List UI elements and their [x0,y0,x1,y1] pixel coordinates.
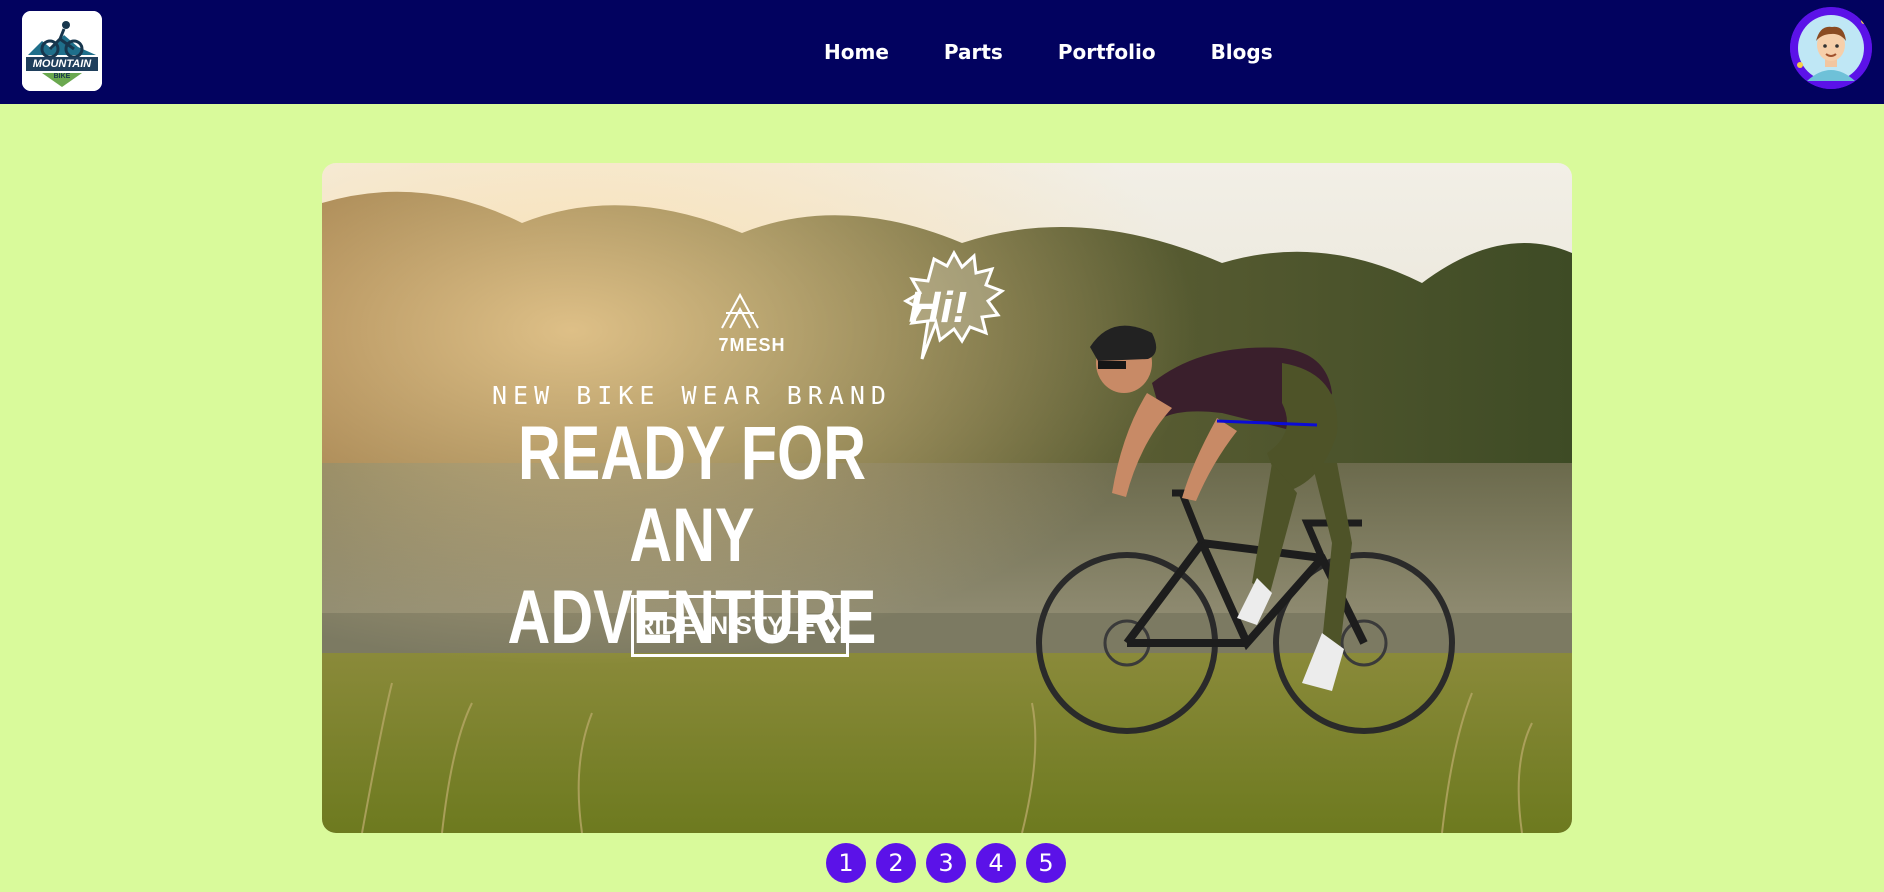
page-button-3[interactable]: 3 [926,843,966,883]
page-button-4[interactable]: 4 [976,843,1016,883]
page-button-1[interactable]: 1 [826,843,866,883]
headline-line-1: READY FOR [517,411,867,496]
speech-bubble-text: Hi! [908,283,968,332]
hero-banner[interactable]: 7MESH Hi! NEW BIKE WEAR BRAND READY FOR … [322,163,1572,833]
top-navbar: MOUNTAIN BIKE Home Parts Portfolio Blogs [0,0,1884,104]
nav-portfolio[interactable]: Portfolio [1058,40,1156,64]
nav-parts[interactable]: Parts [944,40,1003,64]
banner-copy: 7MESH Hi! NEW BIKE WEAR BRAND READY FOR … [322,163,967,833]
page-button-2[interactable]: 2 [876,843,916,883]
nav-home[interactable]: Home [824,40,889,64]
nav-blogs[interactable]: Blogs [1211,40,1273,64]
user-avatar-icon [1790,7,1872,89]
carousel-pagination: 1 2 3 4 5 [826,843,1066,883]
main-nav: Home Parts Portfolio Blogs [824,0,1328,104]
page-button-5[interactable]: 5 [1026,843,1066,883]
brand-name: 7MESH [718,335,786,355]
banner-tagline: NEW BIKE WEAR BRAND [492,381,892,410]
ride-in-style-button[interactable]: RIDE IN STYLE ❯ [631,595,849,657]
logo-text-top: MOUNTAIN [32,58,92,70]
logo-text-bottom: BIKE [53,73,71,80]
user-avatar[interactable] [1790,7,1872,89]
brand-logo[interactable]: MOUNTAIN BIKE [22,11,102,91]
